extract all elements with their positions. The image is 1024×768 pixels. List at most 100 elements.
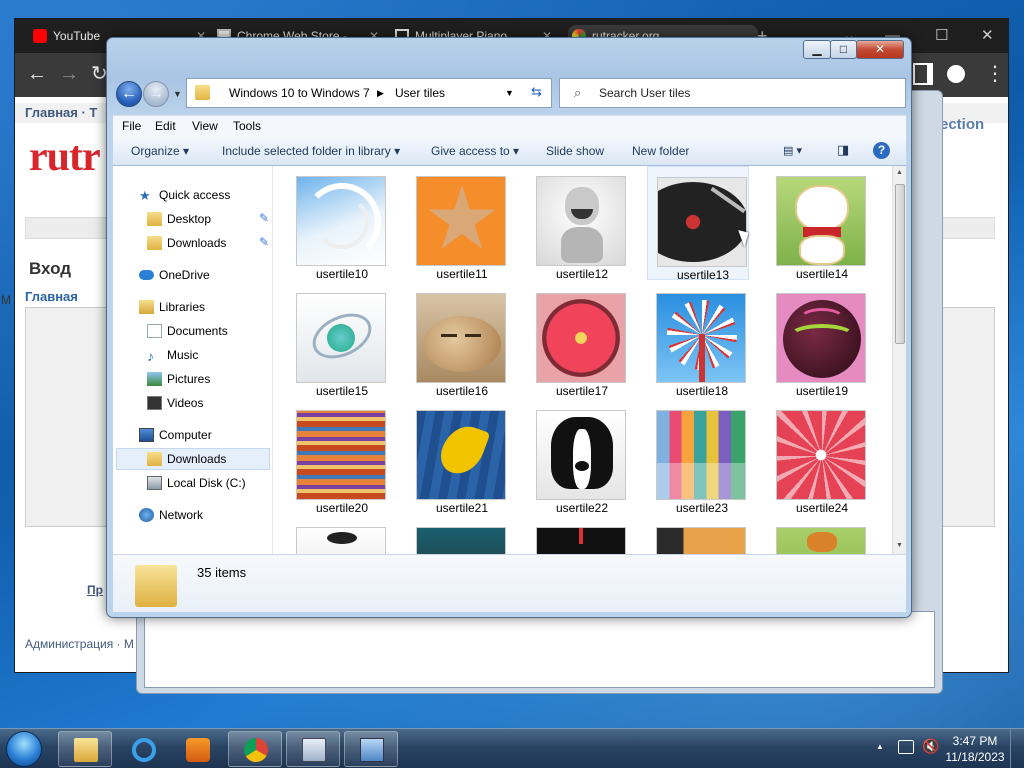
nav-item-music[interactable]: ♪ Music xyxy=(147,348,198,364)
breadcrumb-segment[interactable]: User tiles xyxy=(395,86,445,100)
footer-link[interactable]: Администрация · М xyxy=(25,637,134,651)
nav-item-documents[interactable]: Documents xyxy=(147,324,228,338)
tray-overflow-arrow[interactable]: ▲ xyxy=(876,742,884,751)
search-input[interactable]: Search User tiles xyxy=(599,86,690,100)
volume-muted-icon[interactable]: 🔇 xyxy=(922,738,939,755)
menu-file[interactable]: File xyxy=(122,119,141,133)
help-icon[interactable]: ? xyxy=(873,142,890,159)
organize-button[interactable]: Organize ▾ xyxy=(131,144,189,158)
file-item[interactable]: usertile23 xyxy=(647,400,749,515)
pin-icon[interactable]: ✎ xyxy=(259,235,269,249)
file-item[interactable]: usertile22 xyxy=(527,400,629,515)
nav-item-computer[interactable]: Computer xyxy=(139,428,212,442)
side-link[interactable]: Пр xyxy=(87,583,103,597)
file-item[interactable] xyxy=(287,517,389,554)
start-button[interactable] xyxy=(6,731,42,767)
file-item[interactable] xyxy=(767,517,869,554)
nav-item-libraries[interactable]: Libraries xyxy=(139,300,205,314)
taskbar-chrome-button[interactable] xyxy=(228,731,282,767)
taskbar-media-player-button[interactable] xyxy=(170,731,224,767)
nav-item-network[interactable]: Network xyxy=(139,508,203,522)
home-link[interactable]: Главная xyxy=(25,289,78,304)
file-item[interactable]: usertile20 xyxy=(287,400,389,515)
nav-label: Downloads xyxy=(167,452,227,466)
scroll-up-icon[interactable]: ▲ xyxy=(896,169,903,176)
file-item[interactable]: usertile13 xyxy=(647,166,749,282)
breadcrumb-segment[interactable]: Windows 10 to Windows 7 xyxy=(229,86,370,100)
file-item[interactable]: usertile18 xyxy=(647,283,749,398)
nav-item-downloads[interactable]: Downloads xyxy=(147,452,227,466)
file-item[interactable] xyxy=(647,517,749,554)
file-item[interactable] xyxy=(407,517,509,554)
nav-label: Quick access xyxy=(159,188,231,202)
show-desktop-button[interactable] xyxy=(1010,729,1024,768)
file-item[interactable]: usertile10 xyxy=(287,166,389,281)
file-item[interactable]: usertile21 xyxy=(407,400,509,515)
search-box[interactable]: ⌕ Search User tiles xyxy=(559,78,906,108)
minimize-button[interactable]: ▁ xyxy=(803,40,831,59)
file-name: usertile23 xyxy=(675,501,729,515)
pin-icon[interactable]: ✎ xyxy=(259,211,269,225)
partial-thumbnail xyxy=(536,527,626,554)
nav-item-desktop[interactable]: Desktop ✎ xyxy=(147,211,269,226)
menu-tools[interactable]: Tools xyxy=(233,119,261,133)
network-tray-icon[interactable] xyxy=(898,740,914,754)
give-access-button[interactable]: Give access to ▾ xyxy=(431,144,519,158)
usertile21-thumbnail xyxy=(416,410,506,500)
rutracker-logo[interactable]: rutr xyxy=(29,133,101,181)
taskbar-control-panel-button[interactable] xyxy=(344,731,398,767)
menu-view[interactable]: View xyxy=(192,119,218,133)
kebab-menu-icon[interactable]: ⋮ xyxy=(985,61,1005,87)
side-panel-icon[interactable] xyxy=(913,63,933,85)
breadcrumb-separator-icon[interactable]: ▶ xyxy=(377,88,384,99)
back-button[interactable]: ← xyxy=(116,81,142,107)
clock-date[interactable]: 11/18/2023 xyxy=(944,750,1006,764)
file-item[interactable]: usertile15 xyxy=(287,283,389,398)
file-item[interactable]: usertile19 xyxy=(767,283,869,398)
forward-button[interactable]: → xyxy=(143,81,169,107)
forward-arrow-icon[interactable]: → xyxy=(59,61,79,87)
address-dropdown-icon[interactable]: ▼ xyxy=(505,88,514,98)
maximize-button[interactable]: □ xyxy=(830,40,857,59)
taskbar-explorer-button[interactable] xyxy=(58,731,112,767)
file-item[interactable]: usertile14 xyxy=(767,166,869,281)
address-bar[interactable]: Windows 10 to Windows 7 ▶ User tiles ▼ ⇆ xyxy=(186,78,552,108)
nav-item-videos[interactable]: Videos xyxy=(147,396,203,410)
close-button[interactable]: ✕ xyxy=(856,40,904,59)
file-item[interactable]: usertile12 xyxy=(527,166,629,281)
slide-show-button[interactable]: Slide show xyxy=(546,144,604,158)
nav-item-onedrive[interactable]: OneDrive xyxy=(139,268,210,282)
menu-left-link[interactable]: Главная · Т xyxy=(25,105,97,120)
profile-icon[interactable] xyxy=(947,65,965,83)
file-item[interactable] xyxy=(527,517,629,554)
view-options-icon[interactable]: ▤ ▾ xyxy=(783,144,802,157)
back-arrow-icon[interactable]: ← xyxy=(27,61,47,87)
scroll-down-icon[interactable]: ▼ xyxy=(896,542,903,549)
nav-item-quick-access[interactable]: ★ Quick access xyxy=(139,188,231,203)
new-folder-button[interactable]: New folder xyxy=(632,144,689,158)
usertile17-thumbnail xyxy=(536,293,626,383)
nav-item-local-disk[interactable]: Local Disk (C:) xyxy=(147,476,246,490)
close-icon[interactable]: ✕ xyxy=(981,19,994,53)
file-item[interactable]: usertile16 xyxy=(407,283,509,398)
menu-edit[interactable]: Edit xyxy=(155,119,176,133)
file-item[interactable]: usertile11 xyxy=(407,166,509,281)
taskbar-osk-button[interactable] xyxy=(286,731,340,767)
collection-link[interactable]: ection xyxy=(940,116,984,133)
file-item[interactable]: usertile17 xyxy=(527,283,629,398)
vertical-scrollbar[interactable]: ▲ ▼ xyxy=(892,166,906,554)
scrollbar-thumb[interactable] xyxy=(895,184,905,344)
nav-label: Computer xyxy=(159,428,212,442)
refresh-icon[interactable]: ⇆ xyxy=(531,84,542,100)
clock-time[interactable]: 3:47 PM xyxy=(948,734,1002,748)
nav-item-downloads-pinned[interactable]: Downloads ✎ xyxy=(147,235,269,250)
file-item[interactable]: usertile24 xyxy=(767,400,869,515)
maximize-icon[interactable]: ☐ xyxy=(935,19,948,53)
folder-icon xyxy=(195,85,210,100)
nav-item-pictures[interactable]: Pictures xyxy=(147,372,210,386)
include-in-library-button[interactable]: Include selected folder in library ▾ xyxy=(222,144,400,158)
preview-pane-icon[interactable]: ◨ xyxy=(837,142,849,158)
taskbar-ie-button[interactable] xyxy=(116,731,170,767)
recent-pages-dropdown-icon[interactable]: ▼ xyxy=(173,89,182,99)
include-label: Include selected folder in library xyxy=(222,144,391,158)
